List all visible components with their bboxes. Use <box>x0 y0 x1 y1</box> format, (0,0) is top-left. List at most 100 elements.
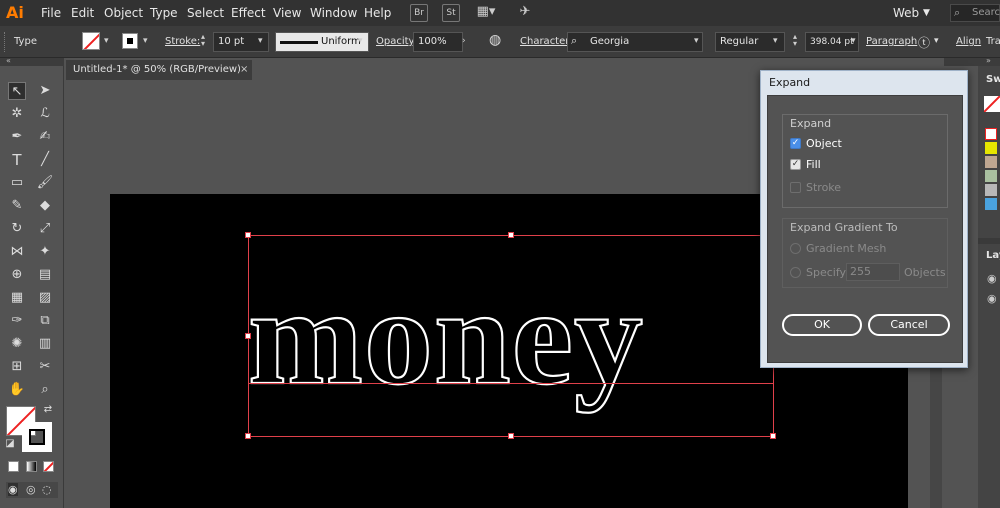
draw-normal-icon[interactable]: ◉ <box>8 483 18 496</box>
menu-help[interactable]: Help <box>364 6 391 20</box>
menu-type[interactable]: Type <box>150 6 178 20</box>
draw-behind-icon[interactable]: ◎ <box>26 483 36 496</box>
chevron-down-icon[interactable]: ▼ <box>923 8 930 18</box>
paragraph-label[interactable]: Paragraph <box>866 36 917 47</box>
chevron-right-icon[interactable]: › <box>462 36 466 46</box>
transform-label[interactable]: Tra <box>986 36 1000 47</box>
chevron-down-icon[interactable]: ▾ <box>258 36 263 46</box>
lasso-tool-icon[interactable]: ℒ <box>36 105 54 123</box>
menu-window[interactable]: Window <box>310 6 357 20</box>
gradient-mesh-radio[interactable] <box>790 243 801 254</box>
stroke-profile-select[interactable]: Uniform <box>275 32 369 52</box>
resize-handle[interactable] <box>770 433 776 439</box>
menu-effect[interactable]: Effect <box>231 6 266 20</box>
resize-handle[interactable] <box>508 433 514 439</box>
object-checkbox[interactable]: ✓ <box>790 138 801 149</box>
resize-handle[interactable] <box>508 232 514 238</box>
none-mode-icon[interactable] <box>43 461 54 472</box>
gpu-performance-icon[interactable]: ✈ <box>514 4 536 22</box>
swatch-registration[interactable] <box>985 128 997 140</box>
rotate-tool-icon[interactable]: ↻ <box>8 220 26 238</box>
shaper-tool-icon[interactable]: ✎ <box>8 197 26 215</box>
type-tool-icon[interactable]: T <box>8 151 26 169</box>
outlined-text[interactable]: money <box>248 262 848 432</box>
menu-view[interactable]: View <box>273 6 301 20</box>
line-tool-icon[interactable]: ╱ <box>36 151 54 169</box>
width-tool-icon[interactable]: ⋈ <box>8 243 26 261</box>
swatch-yellow[interactable] <box>985 142 997 154</box>
specify-radio[interactable] <box>790 267 801 278</box>
menu-select[interactable]: Select <box>187 6 224 20</box>
stroke-checkbox[interactable] <box>790 182 801 193</box>
collapse-icon[interactable]: « <box>6 56 11 65</box>
chevron-down-icon[interactable]: ▾ <box>143 36 148 46</box>
swap-colors-icon[interactable]: ⇄ <box>42 404 54 416</box>
resize-handle[interactable] <box>245 232 251 238</box>
recolor-icon[interactable]: ◍ <box>489 32 501 48</box>
swatch-folder[interactable] <box>985 184 997 196</box>
arrange-documents-icon[interactable]: ▦▾ <box>472 4 500 22</box>
opacity-field[interactable]: 100% <box>413 32 463 52</box>
eraser-tool-icon[interactable]: ◆ <box>36 197 54 215</box>
swatch-none[interactable] <box>984 96 1000 112</box>
ok-button[interactable]: OK <box>782 314 862 336</box>
fill-checkbox[interactable]: ✓ <box>790 159 801 170</box>
stock-button[interactable]: St <box>442 4 460 22</box>
chevron-down-icon[interactable]: ▾ <box>934 36 939 46</box>
chevron-down-icon[interactable]: ▾ <box>358 36 363 46</box>
bridge-button[interactable]: Br <box>410 4 428 22</box>
symbol-sprayer-tool-icon[interactable]: ✺ <box>8 335 26 353</box>
column-graph-tool-icon[interactable]: ▥ <box>36 335 54 353</box>
opacity-label[interactable]: Opacity: <box>376 36 417 47</box>
stroke-color-swatch[interactable] <box>22 422 52 452</box>
stroke-swatch[interactable] <box>122 33 138 49</box>
hand-tool-icon[interactable]: ✋ <box>8 381 26 399</box>
default-colors-icon[interactable]: ◪ <box>4 438 16 450</box>
menu-file[interactable]: File <box>41 6 61 20</box>
resize-handle[interactable] <box>245 433 251 439</box>
paintbrush-tool-icon[interactable]: 🖌 <box>36 174 54 192</box>
chevron-down-icon[interactable]: ▾ <box>773 36 778 46</box>
stepper-icon[interactable]: ▴ ▾ <box>201 33 205 48</box>
gradient-tool-icon[interactable]: ▨ <box>36 289 54 307</box>
magic-wand-tool-icon[interactable]: ✲ <box>8 105 26 123</box>
document-tab[interactable]: Untitled-1* @ 50% (RGB/Preview) × <box>66 60 252 80</box>
eye-icon[interactable]: ◉ <box>987 272 997 285</box>
puppet-warp-tool-icon[interactable]: ✦ <box>36 243 54 261</box>
menu-edit[interactable]: Edit <box>71 6 94 20</box>
search-box[interactable]: ⌕ Search <box>950 4 1000 22</box>
layers-tab[interactable]: Lay <box>986 250 1000 261</box>
chevron-down-icon[interactable]: ▾ <box>104 36 109 46</box>
specify-objects-input[interactable]: 255 <box>846 263 900 281</box>
character-label[interactable]: Character: <box>520 36 573 47</box>
collapse-icon[interactable]: » <box>986 56 991 65</box>
shape-builder-tool-icon[interactable]: ⊕ <box>8 266 26 284</box>
rectangle-tool-icon[interactable]: ▭ <box>8 174 26 192</box>
swatch-tan[interactable] <box>985 156 997 168</box>
chevron-down-icon[interactable]: ▾ <box>851 36 856 46</box>
workspace-switcher[interactable]: Web <box>893 6 919 20</box>
blend-tool-icon[interactable]: ⧉ <box>36 312 54 330</box>
curvature-tool-icon[interactable]: ✍ <box>36 128 54 146</box>
stroke-label[interactable]: Stroke: <box>165 36 200 47</box>
selection-tool-icon[interactable]: ↖ <box>8 82 26 100</box>
touch-type-icon[interactable]: ⓣ <box>918 34 930 51</box>
font-family-field[interactable]: Georgia <box>567 32 703 52</box>
zoom-tool-icon[interactable]: ⌕ <box>36 381 54 399</box>
chevron-down-icon[interactable]: ▾ <box>694 36 699 46</box>
color-mode-icon[interactable] <box>8 461 19 472</box>
mesh-tool-icon[interactable]: ▦ <box>8 289 26 307</box>
stepper-icon[interactable]: ▴ ▾ <box>793 33 797 48</box>
perspective-grid-tool-icon[interactable]: ▤ <box>36 266 54 284</box>
gradient-mode-icon[interactable] <box>26 461 37 472</box>
menu-object[interactable]: Object <box>104 6 143 20</box>
resize-handle[interactable] <box>245 333 251 339</box>
fill-swatch[interactable] <box>82 32 100 50</box>
close-icon[interactable]: × <box>240 60 248 80</box>
eyedropper-tool-icon[interactable]: ✑ <box>8 312 26 330</box>
align-label[interactable]: Align <box>956 36 981 47</box>
swatch-blue[interactable] <box>985 198 997 210</box>
artboard-tool-icon[interactable]: ⊞ <box>8 358 26 376</box>
direct-selection-tool-icon[interactable]: ➤ <box>36 82 54 100</box>
eye-icon[interactable]: ◉ <box>987 292 997 305</box>
